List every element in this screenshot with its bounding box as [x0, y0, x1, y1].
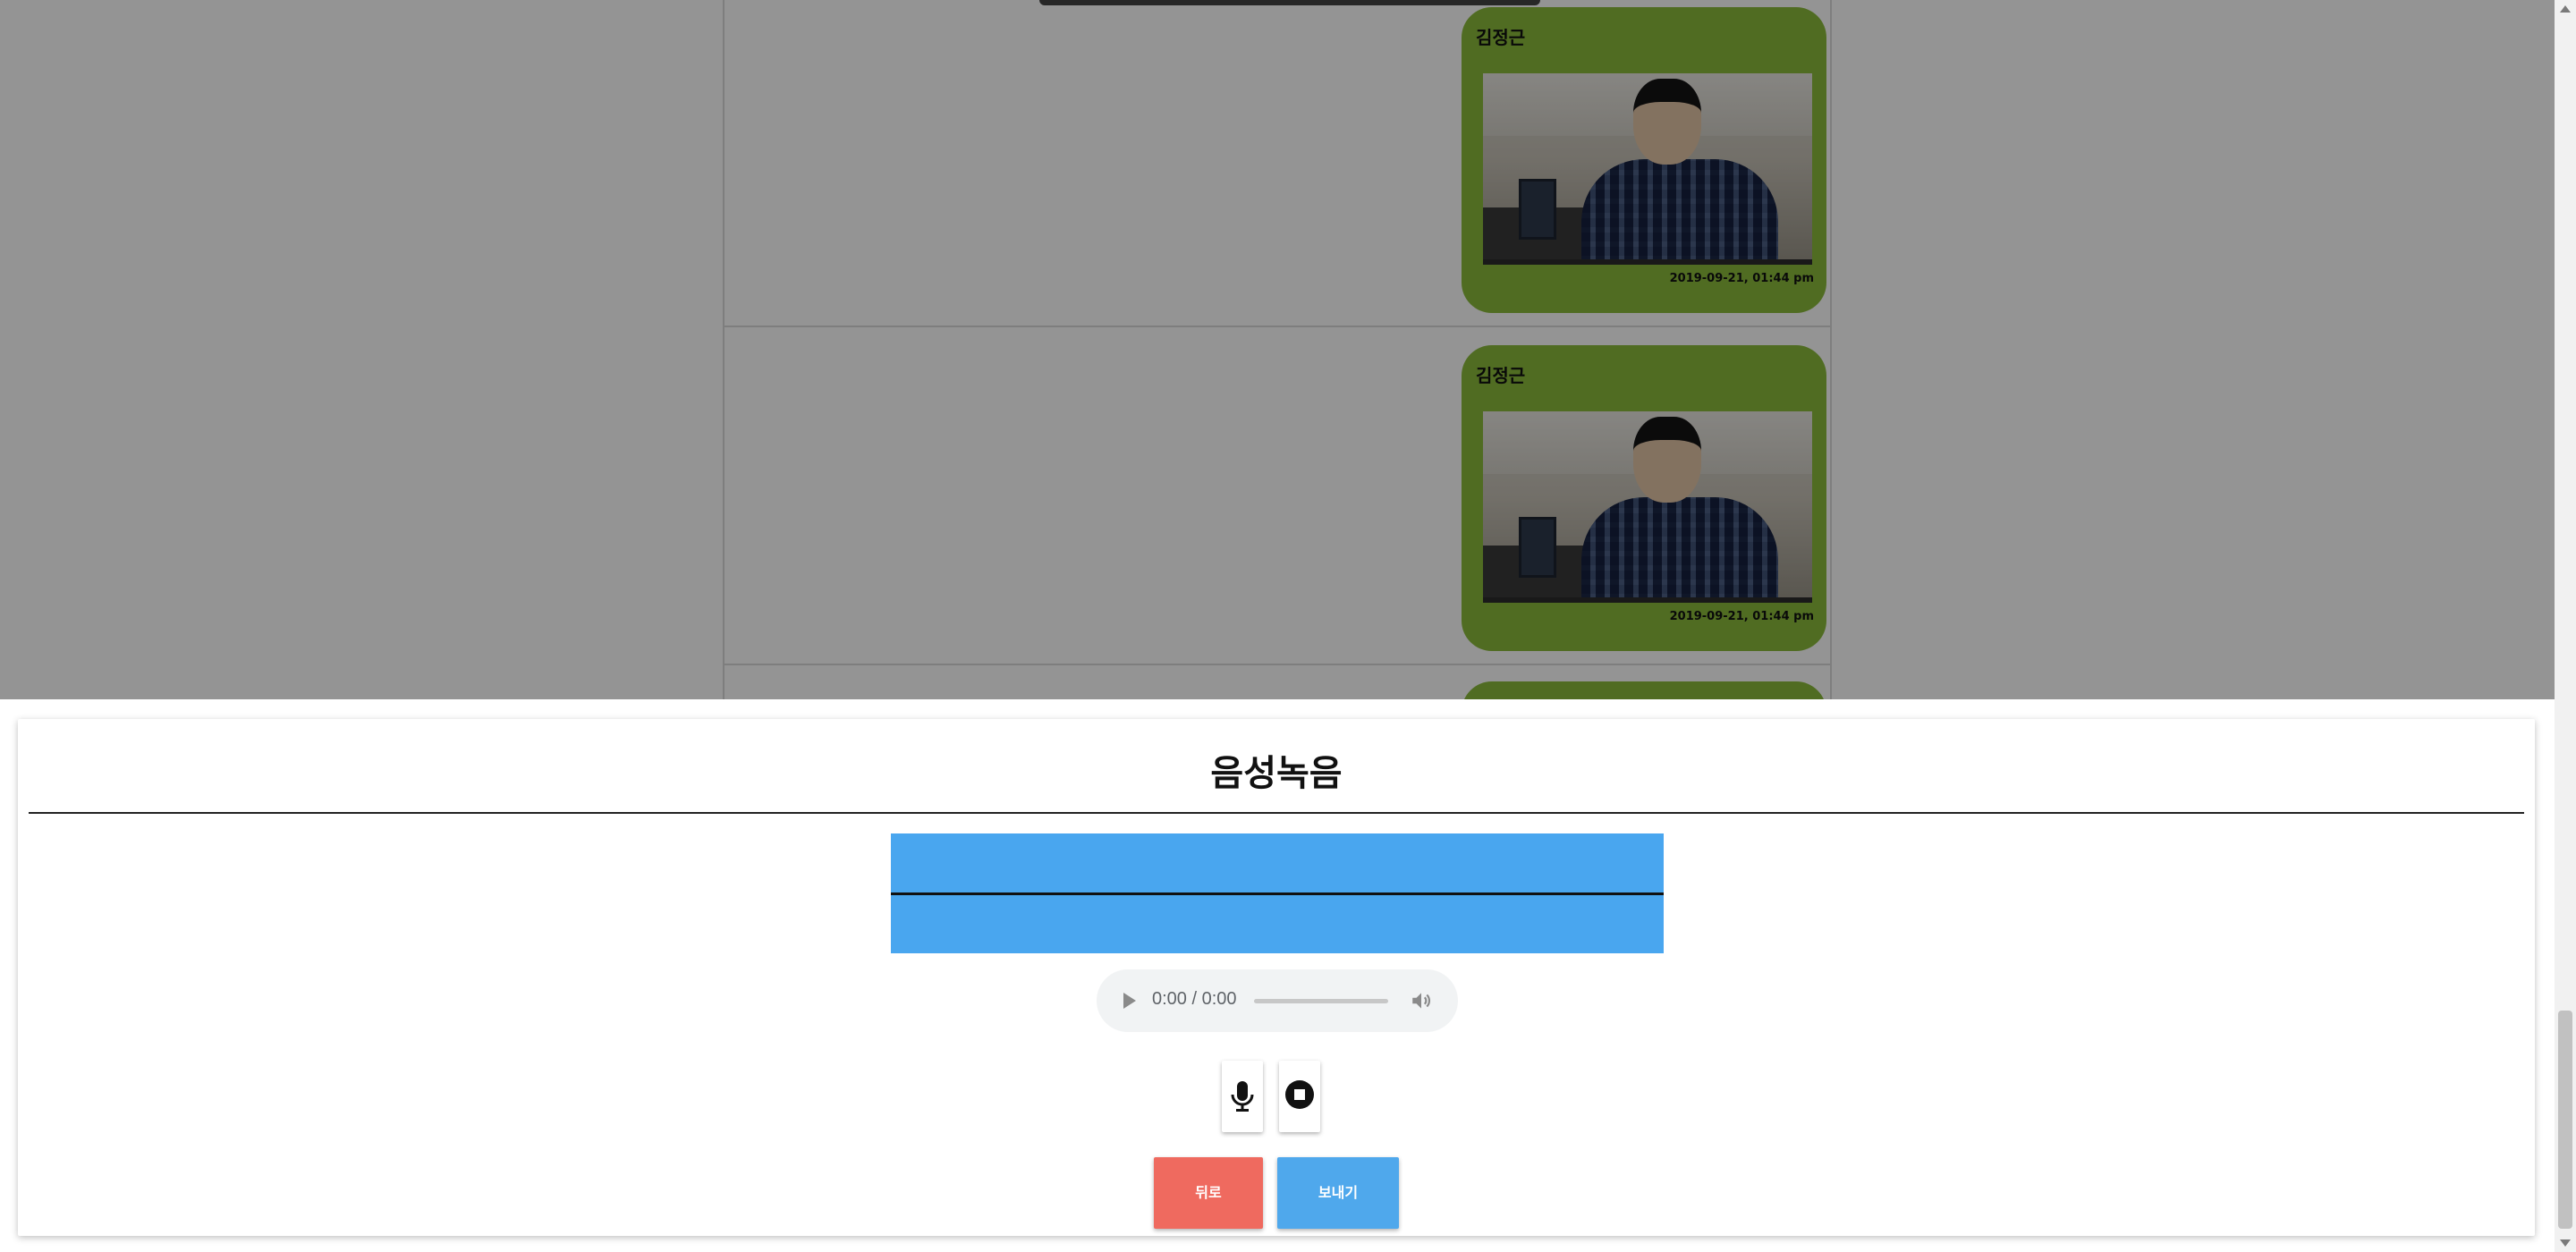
audio-time: 0:00 / 0:00	[1152, 989, 1237, 1009]
app-window: 김정근 2019-09-21, 01:44 pm 김정근 2019-09-21,…	[0, 0, 2576, 1252]
send-button[interactable]: 보내기	[1277, 1157, 1399, 1229]
audio-progress-slider[interactable]	[1254, 999, 1388, 1003]
back-button[interactable]: 뒤로	[1154, 1157, 1263, 1229]
title-divider	[29, 812, 2524, 814]
stop-icon	[1285, 1080, 1314, 1109]
voice-recorder-card: 음성녹음 0:00 / 0:00 뒤로 보내기	[18, 719, 2535, 1236]
waveform-visualizer	[891, 833, 1664, 953]
microphone-icon	[1231, 1081, 1254, 1112]
voice-recorder-sheet: 음성녹음 0:00 / 0:00 뒤로 보내기	[0, 699, 2555, 1252]
audio-player[interactable]: 0:00 / 0:00	[1097, 969, 1458, 1032]
scroll-down-icon[interactable]	[2560, 1239, 2571, 1247]
waveform-line	[891, 892, 1664, 895]
recorder-title: 음성녹음	[1210, 753, 1343, 794]
page-scrollbar[interactable]	[2555, 0, 2576, 1252]
scrollbar-thumb[interactable]	[2558, 1011, 2572, 1229]
record-button[interactable]	[1222, 1061, 1263, 1132]
stop-button[interactable]	[1279, 1061, 1320, 1132]
modal-backdrop[interactable]	[0, 0, 2555, 699]
play-icon[interactable]	[1123, 993, 1136, 1009]
volume-icon[interactable]	[1410, 989, 1433, 1012]
scroll-up-icon[interactable]	[2560, 5, 2571, 13]
